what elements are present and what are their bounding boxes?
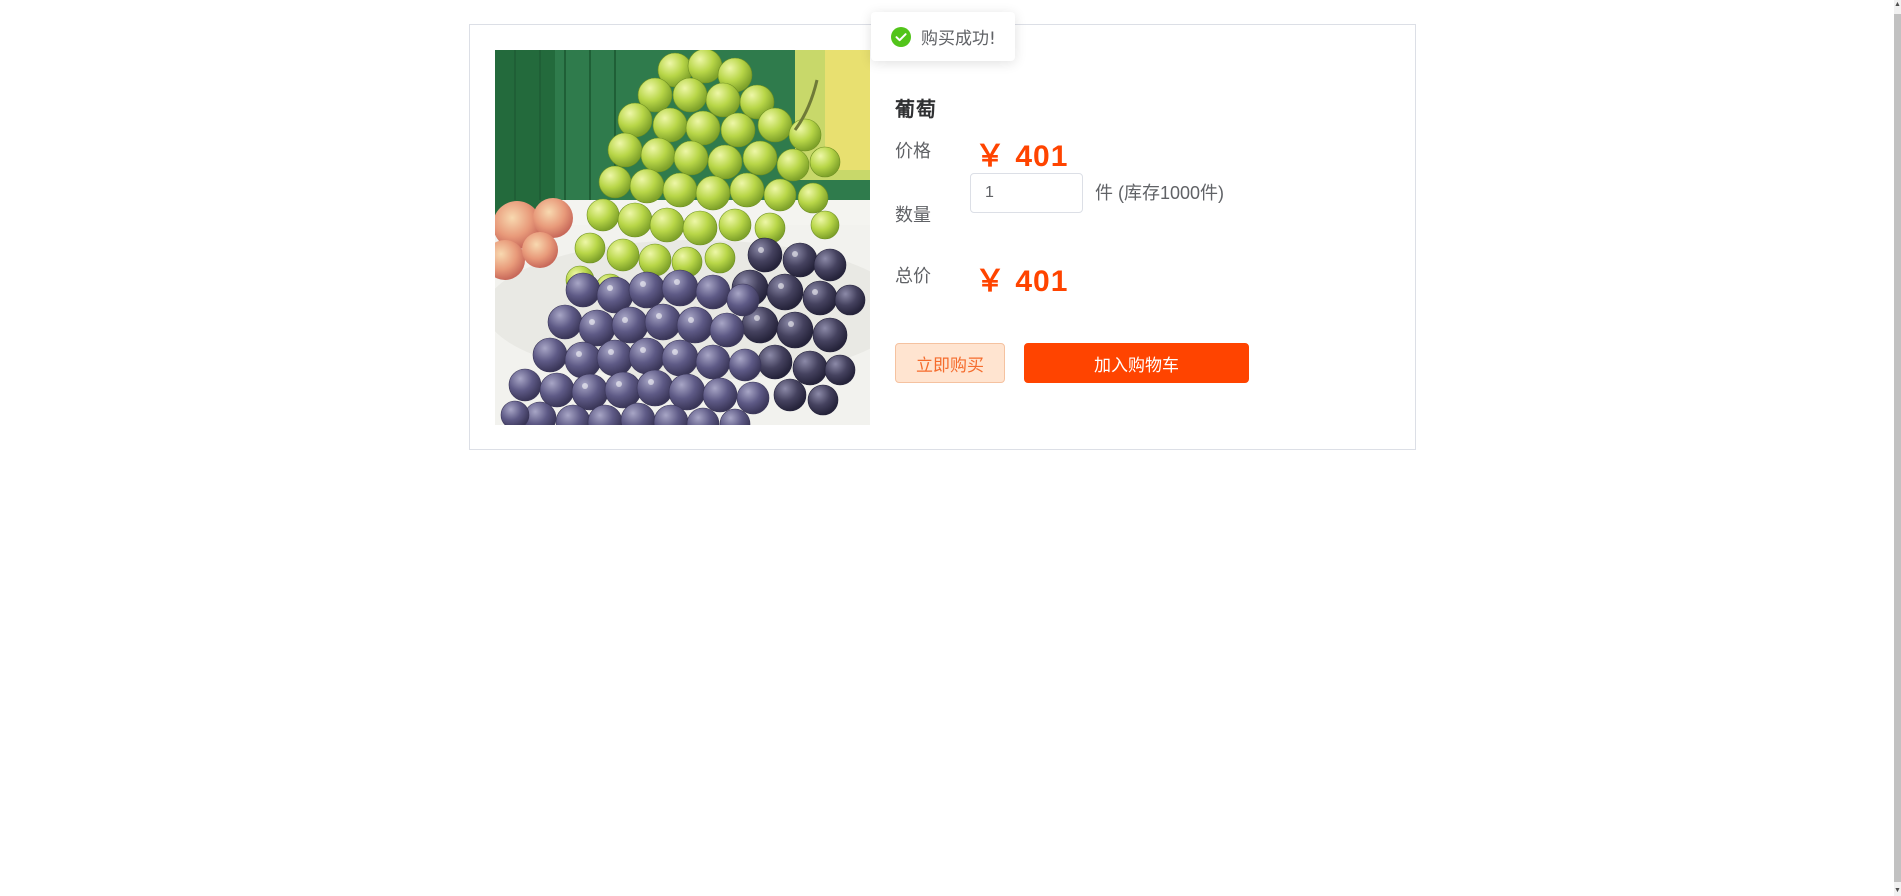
total-label: 总价 <box>895 266 931 286</box>
product-card: 葡萄 价格 ￥ 401 数量 件 (库存1000件) 总价 ￥ 401 立即购买… <box>469 24 1416 450</box>
vertical-scrollbar[interactable]: ▲ ▼ <box>1894 0 1901 896</box>
page: 葡萄 价格 ￥ 401 数量 件 (库存1000件) 总价 ￥ 401 立即购买… <box>0 0 1901 896</box>
scroll-up-icon[interactable]: ▲ <box>1894 0 1901 10</box>
quantity-input[interactable] <box>970 173 1083 213</box>
buy-now-button[interactable]: 立即购买 <box>895 343 1005 383</box>
scroll-down-icon[interactable]: ▼ <box>1894 886 1901 896</box>
price-value: ￥ 401 <box>975 140 1069 173</box>
stock-text: 件 (库存1000件) <box>1095 183 1225 203</box>
product-name: 葡萄 <box>895 99 937 121</box>
total-value: ￥ 401 <box>975 265 1069 298</box>
price-label: 价格 <box>895 141 931 161</box>
success-toast: 购买成功! <box>871 12 1015 61</box>
product-image <box>495 50 870 425</box>
grapes-photo <box>495 50 870 425</box>
scrollbar-thumb[interactable] <box>1894 14 1901 882</box>
success-check-icon <box>891 26 911 47</box>
add-to-cart-button[interactable]: 加入购物车 <box>1024 343 1249 383</box>
quantity-label: 数量 <box>895 205 931 225</box>
toast-message: 购买成功! <box>921 29 996 49</box>
product-info: 葡萄 价格 ￥ 401 数量 件 (库存1000件) 总价 ￥ 401 立即购买… <box>895 25 1395 449</box>
